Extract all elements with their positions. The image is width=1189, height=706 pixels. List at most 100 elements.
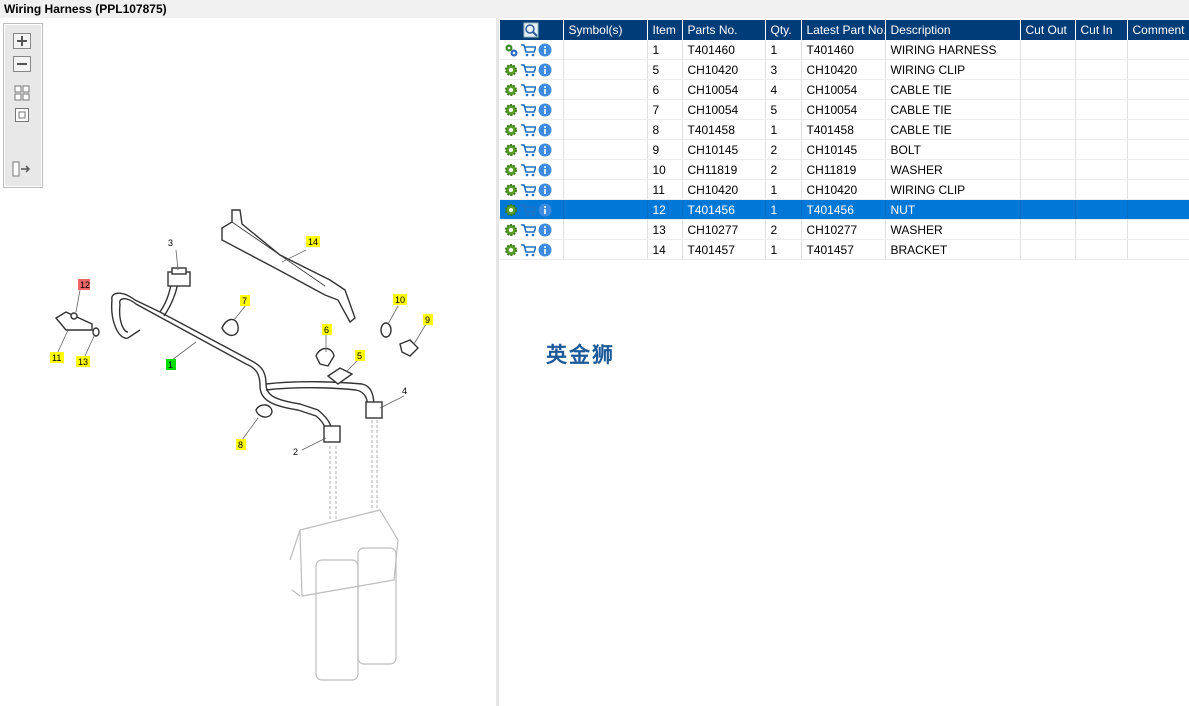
gear-icon[interactable] (504, 143, 518, 157)
column-header-item[interactable]: Item (647, 20, 683, 40)
pane-splitter[interactable] (496, 18, 499, 706)
gear-icon[interactable] (504, 203, 518, 217)
description-cell: CABLE TIE (885, 99, 1021, 120)
cart-icon[interactable] (520, 223, 536, 237)
table-row[interactable]: 1 T401460 1 T401460 WIRING HARNESS (500, 40, 1189, 60)
cut-in-cell (1075, 199, 1128, 220)
gear-icon[interactable] (504, 63, 518, 77)
cut-in-cell (1075, 219, 1128, 240)
table-row[interactable]: 5 CH10420 3 CH10420 WIRING CLIP (500, 59, 1189, 80)
table-row[interactable]: 7 CH10054 5 CH10054 CABLE TIE (500, 99, 1189, 120)
table-row[interactable]: 6 CH10054 4 CH10054 CABLE TIE (500, 79, 1189, 100)
gear-icon[interactable] (504, 123, 518, 137)
layout-toggle-icon[interactable] (12, 160, 32, 178)
zoom-in-icon[interactable] (12, 32, 32, 50)
row-actions (500, 139, 564, 160)
table-row[interactable]: 14 T401457 1 T401457 BRACKET (500, 239, 1189, 260)
latest-part-no-cell: CH10277 (801, 219, 886, 240)
column-header-comment[interactable]: Comment (1127, 20, 1189, 40)
qty-cell: 1 (765, 179, 802, 200)
comment-cell (1127, 99, 1189, 120)
fit-all-icon[interactable] (12, 84, 32, 102)
cart-icon[interactable] (520, 123, 536, 137)
table-row[interactable]: 12 T401456 1 T401456 NUT (500, 199, 1189, 220)
gear-icon[interactable] (504, 183, 518, 197)
latest-part-no-cell: CH10420 (801, 179, 886, 200)
qty-cell: 1 (765, 199, 802, 220)
cart-icon[interactable] (520, 83, 536, 97)
gear-icon[interactable] (504, 243, 518, 257)
info-icon[interactable] (538, 243, 552, 257)
cut-in-cell (1075, 239, 1128, 260)
table-row[interactable]: 10 CH11819 2 CH11819 WASHER (500, 159, 1189, 180)
info-icon[interactable] (538, 123, 552, 137)
info-icon[interactable] (538, 203, 552, 217)
table-row[interactable]: 13 CH10277 2 CH10277 WASHER (500, 219, 1189, 240)
qty-cell: 5 (765, 99, 802, 120)
column-header-description[interactable]: Description (885, 20, 1021, 40)
cart-icon[interactable] (520, 103, 536, 117)
table-row[interactable]: 8 T401458 1 T401458 CABLE TIE (500, 119, 1189, 140)
cut-out-cell (1020, 119, 1076, 140)
column-header-latest-part-no[interactable]: Latest Part No. (801, 20, 886, 40)
info-icon[interactable] (538, 163, 552, 177)
symbols-cell (563, 159, 648, 180)
callout-label: 2 (293, 447, 298, 457)
description-cell: BRACKET (885, 239, 1021, 260)
assembly-icon[interactable] (504, 43, 518, 57)
exploded-parts-diagram[interactable]: 3 14 12 7 10 9 11 13 1 6 5 4 8 2 (0, 190, 496, 706)
title-bar: Wiring Harness (PPL107875) (0, 0, 1189, 18)
cart-icon[interactable] (520, 203, 536, 217)
description-cell: WASHER (885, 219, 1021, 240)
symbols-cell (563, 59, 648, 80)
column-header-search[interactable] (500, 20, 564, 40)
cart-icon[interactable] (520, 243, 536, 257)
callout-label: 12 (80, 280, 90, 290)
gear-icon[interactable] (504, 103, 518, 117)
table-row[interactable]: 11 CH10420 1 CH10420 WIRING CLIP (500, 179, 1189, 200)
qty-cell: 3 (765, 59, 802, 80)
description-cell: WIRING HARNESS (885, 40, 1021, 60)
row-actions (500, 219, 564, 240)
cart-icon[interactable] (520, 143, 536, 157)
parts-table: Symbol(s) Item Parts No. Qty. Latest Par… (500, 20, 1189, 260)
callout-label: 4 (402, 386, 407, 396)
info-icon[interactable] (538, 143, 552, 157)
info-icon[interactable] (538, 103, 552, 117)
zoom-out-icon[interactable] (12, 55, 32, 73)
info-icon[interactable] (538, 83, 552, 97)
description-cell: CABLE TIE (885, 79, 1021, 100)
cart-icon[interactable] (520, 163, 536, 177)
zoom-toolbox (3, 23, 43, 188)
row-actions (500, 119, 564, 140)
cart-icon[interactable] (520, 63, 536, 77)
callout-label: 3 (168, 238, 173, 248)
cart-icon[interactable] (520, 183, 536, 197)
gear-icon[interactable] (504, 83, 518, 97)
column-header-cut-out[interactable]: Cut Out (1020, 20, 1076, 40)
cart-icon[interactable] (520, 43, 536, 57)
column-header-parts-no[interactable]: Parts No. (682, 20, 766, 40)
column-header-symbols[interactable]: Symbol(s) (563, 20, 648, 40)
table-row[interactable]: 9 CH10145 2 CH10145 BOLT (500, 139, 1189, 160)
info-icon[interactable] (538, 223, 552, 237)
qty-cell: 2 (765, 219, 802, 240)
gear-icon[interactable] (504, 223, 518, 237)
column-header-cut-in[interactable]: Cut In (1075, 20, 1128, 40)
info-icon[interactable] (538, 63, 552, 77)
actual-size-icon[interactable] (12, 106, 32, 124)
item-cell: 5 (647, 59, 683, 80)
qty-cell: 2 (765, 159, 802, 180)
row-actions (500, 159, 564, 180)
row-actions (500, 199, 564, 220)
gear-icon[interactable] (504, 163, 518, 177)
parts-no-cell: CH10145 (682, 139, 766, 160)
column-header-qty[interactable]: Qty. (765, 20, 802, 40)
item-cell: 6 (647, 79, 683, 100)
search-icon[interactable] (523, 22, 539, 38)
cut-out-cell (1020, 79, 1076, 100)
parts-no-cell: CH10054 (682, 79, 766, 100)
info-icon[interactable] (538, 43, 552, 57)
cut-out-cell (1020, 139, 1076, 160)
info-icon[interactable] (538, 183, 552, 197)
